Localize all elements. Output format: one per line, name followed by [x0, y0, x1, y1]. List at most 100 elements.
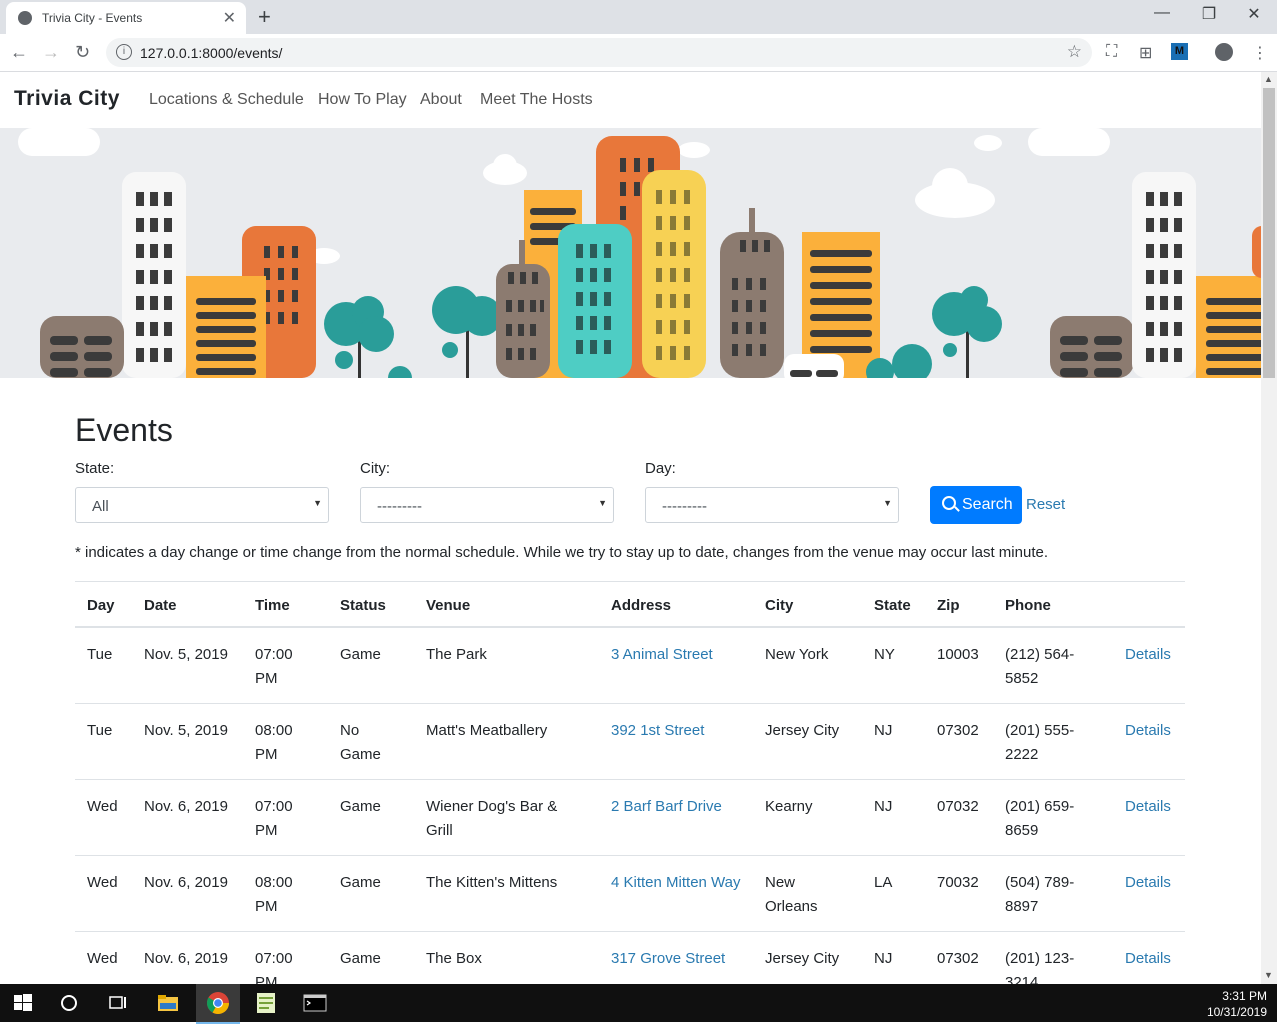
nav-how-to-play[interactable]: How To Play: [318, 91, 407, 109]
city-select[interactable]: --------- ▼: [360, 487, 614, 523]
forward-icon[interactable]: →: [42, 42, 60, 63]
m-extension-icon[interactable]: M: [1171, 43, 1188, 60]
table-row: Tue Nov. 5, 2019 07:00 PM Game The Park …: [75, 626, 1185, 704]
page-scrollbar[interactable]: ▲ ▼: [1261, 72, 1277, 984]
cell-time: 07:00 PM: [243, 779, 328, 856]
command-prompt-icon[interactable]: [302, 990, 328, 1016]
windows-start-icon[interactable]: [10, 990, 36, 1016]
cell-venue: The Box: [414, 931, 599, 984]
system-clock[interactable]: 3:31 PM 10/31/2019: [1207, 988, 1267, 1020]
cell-city: Jersey City: [753, 703, 862, 780]
day-select[interactable]: --------- ▼: [645, 487, 899, 523]
chevron-down-icon: ▼: [598, 498, 607, 508]
cell-address-link[interactable]: 4 Kitten Mitten Way: [599, 855, 753, 932]
cast-icon[interactable]: ⛶: [1106, 43, 1117, 61]
browser-tab-bar: Trivia City - Events ✕ + — ❐ ✕: [0, 0, 1277, 34]
scroll-up-arrow-icon[interactable]: ▲: [1264, 74, 1273, 84]
cell-address-link[interactable]: 392 1st Street: [599, 703, 753, 780]
col-header: Venue: [414, 581, 599, 628]
grid-extension-icon[interactable]: ⊞: [1139, 43, 1152, 63]
cell-city: Jersey City: [753, 931, 862, 984]
cell-status: Game: [328, 626, 414, 704]
address-bar[interactable]: i 127.0.0.1:8000/events/ ☆: [106, 38, 1092, 67]
state-select[interactable]: All ▼: [75, 487, 329, 523]
cell-address-link[interactable]: 3 Animal Street: [599, 626, 753, 704]
site-navbar: Trivia City Locations & Schedule How To …: [0, 72, 1261, 128]
minimize-button[interactable]: —: [1147, 4, 1177, 22]
cell-zip: 07032: [925, 779, 993, 856]
restore-button[interactable]: ❐: [1194, 4, 1224, 24]
search-circle-icon[interactable]: [56, 990, 82, 1016]
cell-day: Wed: [75, 855, 132, 932]
cell-time: 07:00 PM: [243, 626, 328, 704]
details-link[interactable]: Details: [1113, 855, 1185, 932]
cell-date: Nov. 6, 2019: [132, 931, 243, 984]
cell-time: 08:00 PM: [243, 855, 328, 932]
reset-link[interactable]: Reset: [1026, 496, 1065, 513]
cell-zip: 07302: [925, 703, 993, 780]
state-filter-label: State:: [75, 460, 115, 477]
chrome-icon: [207, 992, 229, 1014]
city-select-value: ---------: [377, 498, 422, 515]
search-icon: [942, 496, 956, 510]
col-header: Phone: [993, 581, 1113, 628]
bookmark-star-icon[interactable]: ☆: [1067, 42, 1082, 62]
cell-state: NJ: [862, 779, 925, 856]
info-icon[interactable]: i: [116, 44, 132, 60]
table-row: Tue Nov. 5, 2019 08:00 PM No Game Matt's…: [75, 703, 1185, 780]
scroll-down-arrow-icon[interactable]: ▼: [1264, 970, 1273, 980]
cell-phone: (201) 555-2222: [993, 703, 1113, 780]
day-filter-label: Day:: [645, 460, 676, 477]
task-view-icon[interactable]: [104, 990, 130, 1016]
browser-tab[interactable]: Trivia City - Events ✕: [6, 2, 246, 34]
chrome-taskbar-item[interactable]: [196, 984, 240, 1024]
windows-taskbar: 3:31 PM 10/31/2019: [0, 984, 1277, 1024]
page-viewport: Trivia City Locations & Schedule How To …: [0, 72, 1261, 984]
cell-status: No Game: [328, 703, 414, 780]
details-link[interactable]: Details: [1113, 779, 1185, 856]
cell-phone: (201) 659-8659: [993, 779, 1113, 856]
cell-zip: 07302: [925, 931, 993, 984]
cell-venue: Wiener Dog's Bar & Grill: [414, 779, 599, 856]
col-header: City: [753, 581, 862, 628]
nav-about[interactable]: About: [420, 91, 462, 109]
new-tab-button[interactable]: +: [258, 4, 271, 30]
url-text[interactable]: 127.0.0.1:8000/events/: [140, 45, 282, 61]
skyline-illustration: [18, 128, 1261, 378]
nav-meet-the-hosts[interactable]: Meet The Hosts: [480, 91, 593, 109]
profile-avatar-icon[interactable]: [1215, 43, 1233, 61]
cell-phone: (504) 789-8897: [993, 855, 1113, 932]
cell-status: Game: [328, 855, 414, 932]
back-icon[interactable]: ←: [10, 42, 28, 63]
cell-address-link[interactable]: 317 Grove Street: [599, 931, 753, 984]
menu-kebab-icon[interactable]: ⋮: [1252, 43, 1268, 63]
file-explorer-icon[interactable]: [155, 990, 181, 1016]
close-window-button[interactable]: ✕: [1239, 4, 1269, 24]
col-header: [1113, 581, 1185, 628]
cell-venue: The Kitten's Mittens: [414, 855, 599, 932]
notepad-plus-icon[interactable]: [253, 990, 279, 1016]
clock-date: 10/31/2019: [1206, 1005, 1267, 1019]
cell-time: 08:00 PM: [243, 703, 328, 780]
details-link[interactable]: Details: [1113, 703, 1185, 780]
search-button-label: Search: [962, 496, 1013, 513]
details-link[interactable]: Details: [1113, 626, 1185, 704]
site-brand[interactable]: Trivia City: [14, 87, 120, 111]
cell-time: 07:00 PM: [243, 931, 328, 984]
cell-day: Wed: [75, 779, 132, 856]
cell-date: Nov. 5, 2019: [132, 626, 243, 704]
details-link[interactable]: Details: [1113, 931, 1185, 984]
cell-date: Nov. 5, 2019: [132, 703, 243, 780]
reload-icon[interactable]: ↻: [75, 42, 90, 63]
nav-locations-schedule[interactable]: Locations & Schedule: [149, 91, 304, 109]
scrollbar-thumb[interactable]: [1263, 88, 1275, 378]
city-filter-label: City:: [360, 460, 390, 477]
city-skyline-banner: [0, 128, 1261, 378]
globe-icon: [18, 11, 32, 25]
search-button[interactable]: Search: [930, 486, 1022, 524]
cell-day: Tue: [75, 703, 132, 780]
state-select-value: All: [92, 498, 109, 515]
close-tab-icon[interactable]: ✕: [223, 8, 236, 28]
cell-phone: (212) 564-5852: [993, 626, 1113, 704]
cell-address-link[interactable]: 2 Barf Barf Drive: [599, 779, 753, 856]
